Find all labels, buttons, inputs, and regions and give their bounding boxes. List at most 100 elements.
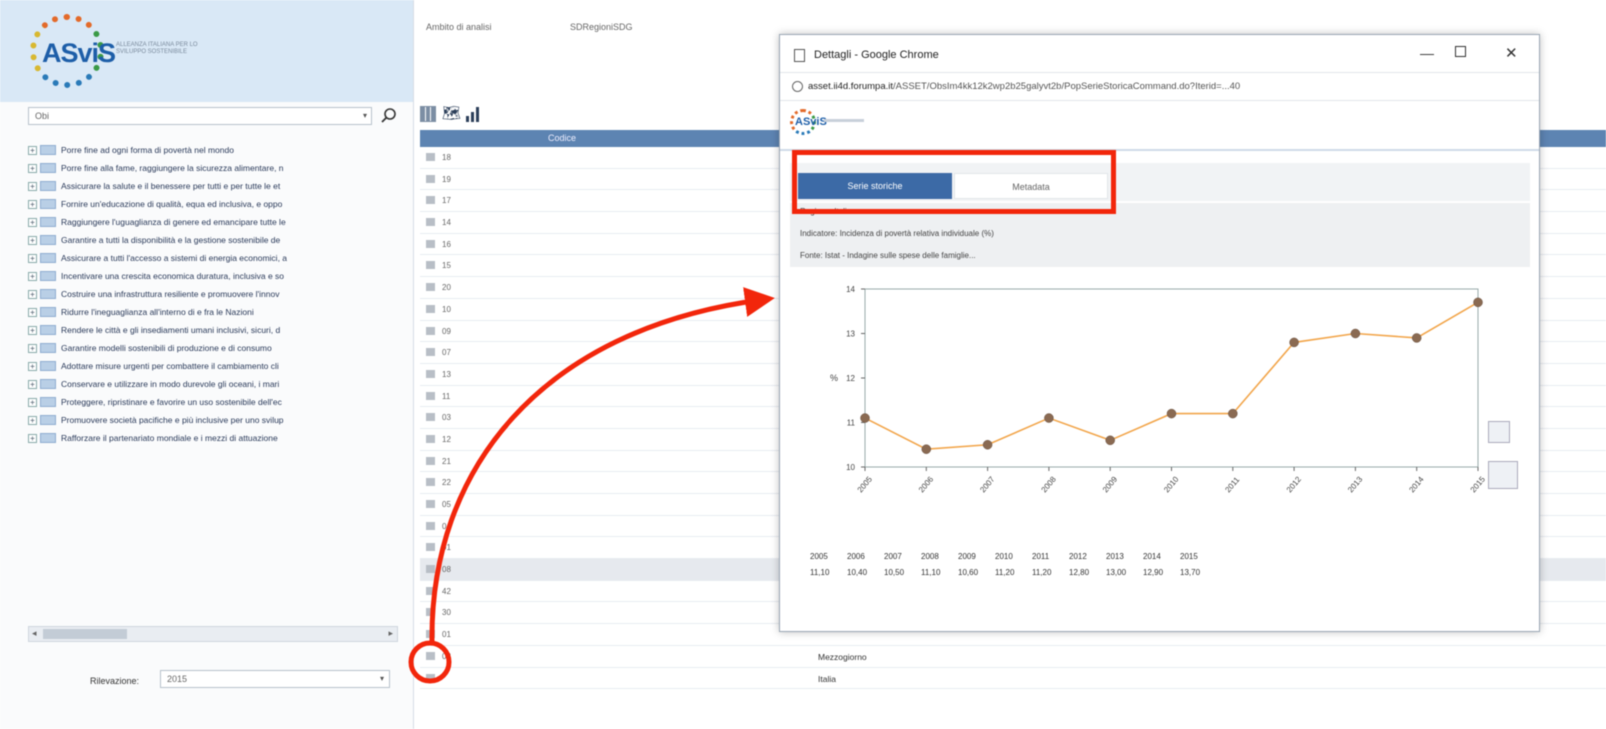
expand-icon[interactable]: +	[28, 145, 37, 155]
map-view-icon[interactable]: 🗺	[442, 106, 461, 122]
expand-icon[interactable]: +	[28, 379, 37, 389]
data-point	[860, 413, 870, 423]
expand-icon[interactable]: +	[28, 235, 37, 245]
row-code: 15	[442, 261, 451, 271]
info-icon[interactable]	[792, 81, 803, 92]
popup-logo: ASviS	[790, 109, 868, 135]
y-tick-label: 13	[846, 330, 855, 339]
row-detail-icon[interactable]	[426, 586, 435, 595]
address-url[interactable]: asset.ii4d.forumpa.it/ASSET/ObsIm4kk12k2…	[808, 81, 1528, 92]
expand-icon[interactable]: +	[28, 289, 37, 299]
tree-item[interactable]: + Fornire un'educazione di qualità, equa …	[28, 195, 408, 213]
table-year: 2015	[1180, 552, 1198, 561]
row-detail-icon[interactable]	[426, 174, 435, 183]
folder-icon	[40, 145, 56, 155]
plot-area	[864, 288, 1479, 468]
close-icon[interactable]: ✕	[1505, 44, 1518, 62]
tree-item[interactable]: + Proteggere, ripristinare e favorire un …	[28, 393, 408, 411]
row-detail-icon[interactable]	[426, 326, 435, 335]
expand-icon[interactable]: +	[28, 307, 37, 317]
chart-view-icon[interactable]	[466, 106, 482, 122]
table-row[interactable]: 02 Mezzogiorno	[420, 646, 1606, 668]
row-detail-icon[interactable]	[426, 630, 435, 639]
search-icon[interactable]	[380, 107, 398, 125]
scroll-left-icon[interactable]: ◂	[32, 628, 37, 639]
tree-item[interactable]: + Assicurare a tutti l'accesso a sistemi …	[28, 249, 408, 267]
tree-item[interactable]: + Garantire modelli sostenibili di produz…	[28, 339, 408, 357]
row-detail-icon[interactable]	[426, 500, 435, 508]
tree-item[interactable]: + Porre fine alla fame, raggiungere la si…	[28, 159, 408, 177]
row-detail-icon[interactable]	[426, 153, 435, 161]
row-detail-icon[interactable]	[426, 478, 435, 487]
row-detail-icon[interactable]	[426, 218, 435, 227]
scroll-right-icon[interactable]: ▸	[388, 628, 393, 639]
table-value: 13,70	[1180, 568, 1201, 577]
row-code: 18	[442, 153, 451, 162]
tree-item[interactable]: + Costruire una infrastruttura resiliente…	[28, 285, 408, 303]
tree-item[interactable]: + Conservare e utilizzare in modo durevol…	[28, 375, 408, 393]
row-detail-icon[interactable]	[426, 304, 435, 313]
export-image-icon[interactable]	[1488, 421, 1510, 443]
tab-highlight-box	[792, 150, 1116, 214]
address-bar: asset.ii4d.forumpa.it/ASSET/ObsIm4kk12k2…	[780, 73, 1539, 101]
expand-icon[interactable]: +	[28, 343, 37, 353]
logo-tagline: ALLEANZA ITALIANA PER LO SVILUPPO SOSTEN…	[116, 42, 198, 55]
row-detail-icon[interactable]	[426, 283, 435, 292]
rilevazione-select[interactable]: 2015 ▾	[160, 670, 390, 688]
row-detail-icon[interactable]	[426, 434, 435, 443]
expand-icon[interactable]: +	[28, 433, 37, 443]
row-detail-icon[interactable]	[426, 196, 435, 205]
row-detail-icon[interactable]	[426, 261, 435, 270]
row-detail-icon[interactable]	[426, 608, 435, 617]
maximize-icon[interactable]	[1455, 46, 1466, 57]
expand-icon[interactable]: +	[28, 163, 37, 173]
tree-item[interactable]: + Rendere le città e gli insediamenti uma…	[28, 321, 408, 339]
tree-item-label: Assicurare a tutti l'accesso a sistemi d…	[61, 253, 288, 263]
folder-icon	[40, 271, 56, 281]
values-table-values: 11,10 10,40 10,50 11,10 10,60 11,20 11,20 12,80…	[810, 565, 1217, 581]
row-detail-icon[interactable]	[426, 521, 435, 530]
row-detail-icon[interactable]	[426, 456, 435, 465]
tree-item[interactable]: + Ridurre l'ineguaglianza all'interno di …	[28, 303, 408, 321]
row-detail-icon[interactable]	[426, 348, 435, 357]
tree-item[interactable]: + Porre fine ad ogni forma di povertà nel…	[28, 141, 408, 159]
row-detail-icon[interactable]	[426, 239, 435, 248]
row-detail-icon[interactable]	[426, 673, 435, 682]
minimize-icon[interactable]: —	[1420, 45, 1434, 61]
expand-icon[interactable]: +	[28, 253, 37, 263]
expand-icon[interactable]: +	[28, 271, 37, 281]
expand-icon[interactable]: +	[28, 361, 37, 371]
tree-item-label: Rendere le città e gli insediamenti uman…	[61, 325, 281, 335]
row-detail-icon[interactable]	[426, 413, 435, 422]
export-data-icon[interactable]	[1488, 461, 1518, 489]
tree-item[interactable]: + Adottare misure urgenti per combattere …	[28, 357, 408, 375]
expand-icon[interactable]: +	[28, 397, 37, 407]
row-name: Italia	[818, 673, 836, 684]
tree-item[interactable]: + Raggiungere l'uguaglianza di genere ed …	[28, 213, 408, 231]
table-view-icon[interactable]	[420, 106, 436, 122]
table-year: 2011	[1032, 552, 1050, 561]
horizontal-scrollbar[interactable]: ◂ ▸	[28, 626, 398, 642]
y-tick-label: 10	[846, 463, 855, 472]
expand-icon[interactable]: +	[28, 181, 37, 191]
row-detail-icon[interactable]	[426, 651, 435, 660]
tree-item[interactable]: + Promuovere società pacifiche e più incl…	[28, 411, 408, 429]
expand-icon[interactable]: +	[28, 415, 37, 425]
row-detail-icon[interactable]	[426, 565, 435, 574]
table-row[interactable]: Italia	[420, 668, 1606, 690]
search-select[interactable]: Obi ▾	[28, 107, 372, 125]
tree-item[interactable]: + Garantire a tutti la disponibilità e la…	[28, 231, 408, 249]
row-detail-icon[interactable]	[426, 369, 435, 378]
expand-icon[interactable]: +	[28, 325, 37, 335]
tree-item-label: Proteggere, ripristinare e favorire un u…	[61, 397, 282, 407]
tree-item[interactable]: + Rafforzare il partenariato mondiale e i…	[28, 429, 408, 447]
scroll-thumb[interactable]	[43, 629, 127, 639]
expand-icon[interactable]: +	[28, 199, 37, 209]
row-detail-icon[interactable]	[426, 543, 435, 552]
tree-item-label: Costruire una infrastruttura resiliente …	[61, 289, 280, 299]
row-detail-icon[interactable]	[426, 391, 435, 400]
tree-item[interactable]: + Incentivare una crescita economica dura…	[28, 267, 408, 285]
folder-icon	[40, 217, 56, 227]
tree-item[interactable]: + Assicurare la salute e il benessere per…	[28, 177, 408, 195]
expand-icon[interactable]: +	[28, 217, 37, 227]
